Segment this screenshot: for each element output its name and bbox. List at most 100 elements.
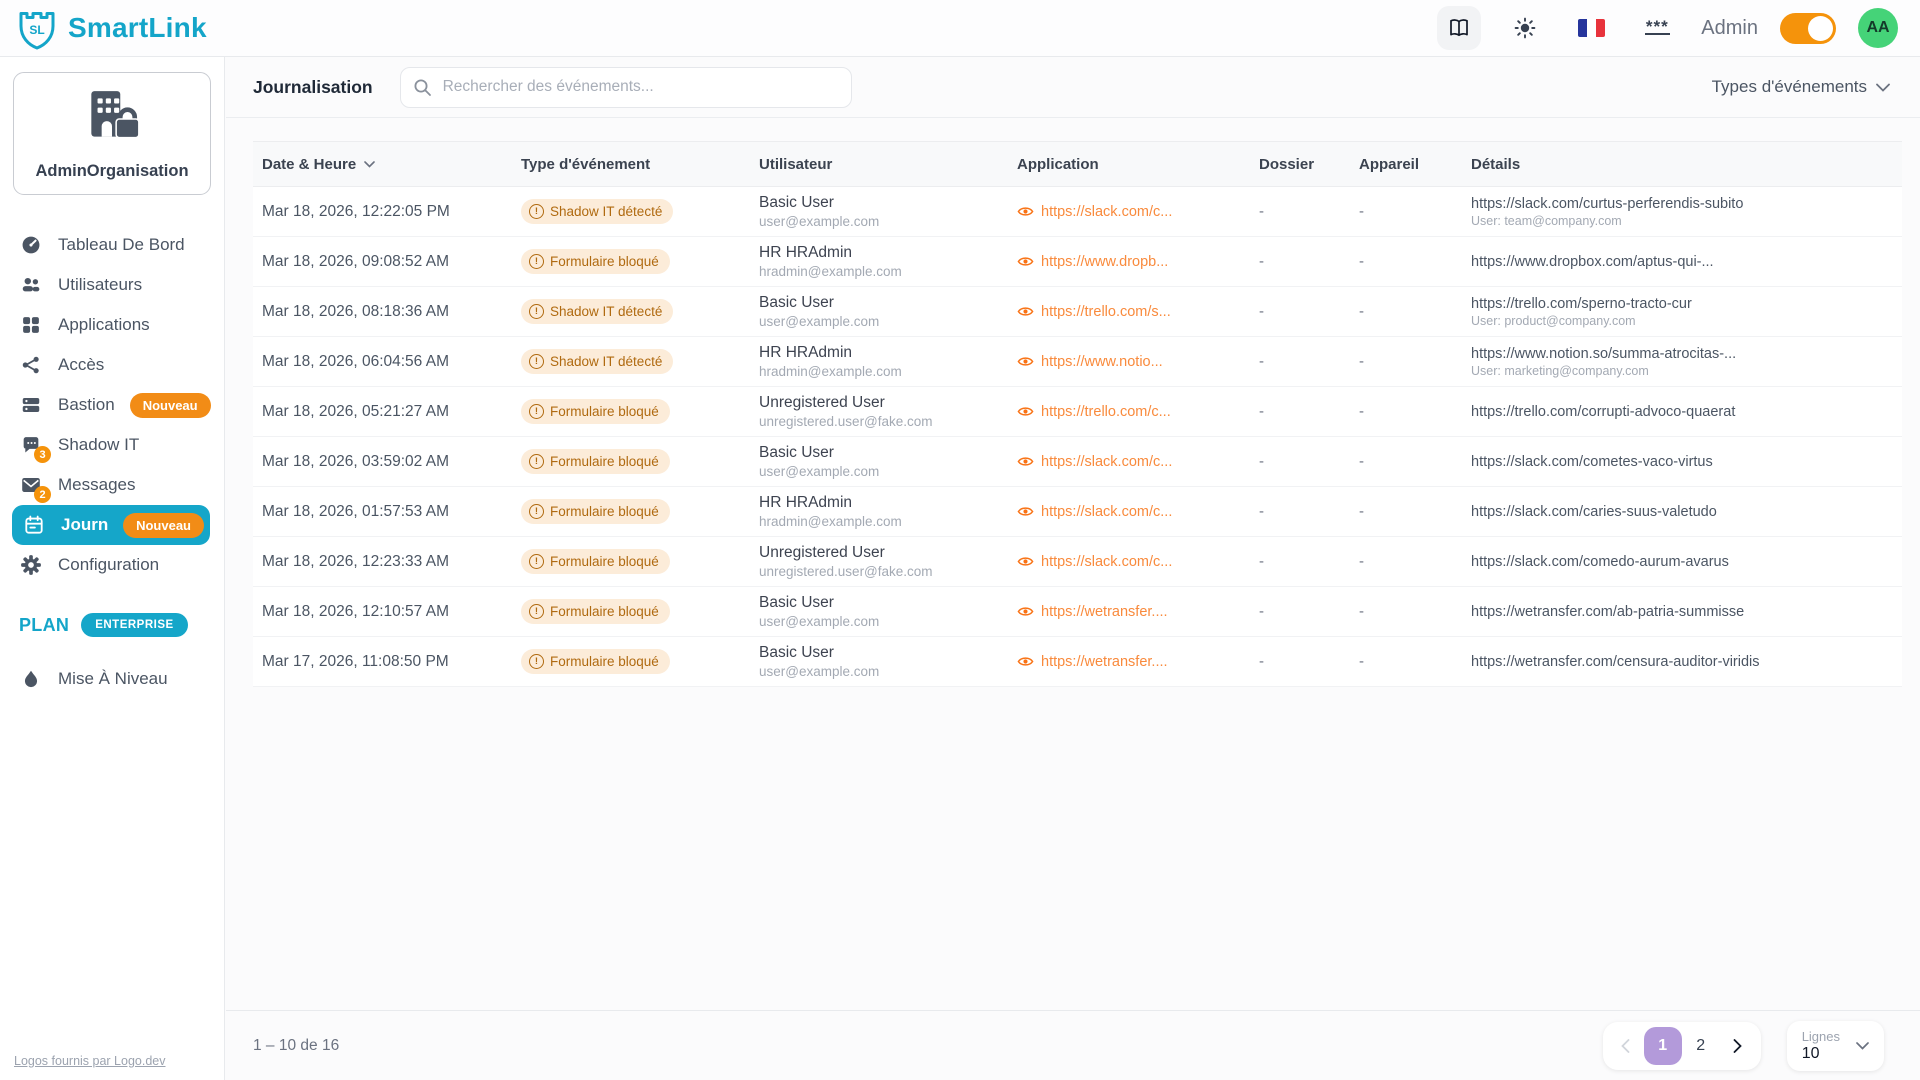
nouveau-badge: Nouveau [123, 513, 204, 538]
event-types-filter-label: Types d'événements [1712, 77, 1867, 97]
application-link[interactable]: https://wetransfer.... [1017, 653, 1247, 670]
column-header-type: Type d'événement [521, 156, 759, 173]
application-link[interactable]: https://www.notio... [1017, 353, 1247, 370]
sidebar-item-acces[interactable]: Accès [0, 345, 224, 385]
application-link[interactable]: https://slack.com/c... [1017, 503, 1247, 520]
event-dossier: - [1259, 203, 1359, 220]
event-appareil: - [1359, 503, 1471, 520]
event-date: Mar 17, 2026, 11:08:50 PM [253, 653, 521, 671]
sidebar-item-mise-a-niveau[interactable]: Mise À Niveau [0, 659, 224, 699]
event-user: HR HRAdmin hradmin@example.com [759, 344, 1017, 379]
eye-icon [1017, 453, 1034, 470]
event-dossier: - [1259, 403, 1359, 420]
sidebar-item-shadow-it[interactable]: 3 Shadow IT [0, 425, 224, 465]
table-footer: 1 – 10 de 16 1 2 Lignes 10 [226, 1010, 1920, 1080]
drop-icon [19, 667, 43, 691]
sidebar-item-label: Bastion [58, 395, 115, 415]
hidden-dots-icon[interactable]: *** [1635, 6, 1679, 50]
event-details: https://slack.com/cometes-vaco-virtus [1471, 454, 1902, 470]
eye-icon [1017, 303, 1034, 320]
sidebar-item-tableau-de-bord[interactable]: Tableau De Bord [0, 225, 224, 265]
eye-icon [1017, 503, 1034, 520]
event-appareil: - [1359, 203, 1471, 220]
plan-enterprise-badge: ENTERPRISE [81, 613, 188, 637]
application-link[interactable]: https://wetransfer.... [1017, 603, 1247, 620]
event-date: Mar 18, 2026, 01:57:53 AM [253, 503, 521, 521]
page-title: Journalisation [253, 77, 373, 98]
column-header-dossier: Dossier [1259, 156, 1359, 173]
logo-dev-credit-link[interactable]: Logos fournis par Logo.dev [14, 1054, 166, 1068]
sidebar-item-label: Accès [58, 355, 104, 375]
eye-icon [1017, 603, 1034, 620]
event-appareil: - [1359, 353, 1471, 370]
mail-icon: 2 [19, 473, 43, 497]
event-dossier: - [1259, 253, 1359, 270]
next-page-button[interactable] [1720, 1027, 1756, 1065]
sidebar-item-label: Tableau De Bord [58, 235, 185, 255]
page-button-1[interactable]: 1 [1644, 1027, 1682, 1065]
application-link[interactable]: https://trello.com/c... [1017, 403, 1247, 420]
column-header-details: Détails [1471, 156, 1902, 173]
table-row: Mar 18, 2026, 12:10:57 AM Formulaire blo… [253, 587, 1902, 637]
gear-icon [19, 553, 43, 577]
notification-count-badge: 2 [34, 486, 51, 503]
event-date: Mar 18, 2026, 03:59:02 AM [253, 453, 521, 471]
event-details: https://wetransfer.com/ab-patria-summiss… [1471, 604, 1902, 620]
rows-per-page-select[interactable]: Lignes 10 [1787, 1021, 1884, 1071]
application-link[interactable]: https://www.dropb... [1017, 253, 1247, 270]
sidebar-item-journalisation[interactable]: Journalisation Nouveau [12, 505, 210, 545]
organisation-card[interactable]: AdminOrganisation [13, 72, 211, 195]
application-link[interactable]: https://slack.com/c... [1017, 453, 1247, 470]
sidebar-item-bastion[interactable]: Bastion Nouveau [0, 385, 224, 425]
event-type-badge: Formulaire bloqué [521, 649, 670, 674]
admin-label: Admin [1701, 17, 1758, 40]
event-type-badge: Formulaire bloqué [521, 399, 670, 424]
application-link[interactable]: https://slack.com/c... [1017, 203, 1247, 220]
main-content: Journalisation Types d'événements Date &… [226, 0, 1920, 687]
smartlink-shield-icon: SL [14, 5, 60, 51]
brand-name: SmartLink [68, 12, 207, 44]
admin-mode-toggle[interactable] [1780, 13, 1836, 44]
docs-book-icon[interactable] [1437, 6, 1481, 50]
event-date: Mar 18, 2026, 08:18:36 AM [253, 303, 521, 321]
search-input[interactable] [400, 67, 852, 108]
sidebar-item-utilisateurs[interactable]: Utilisateurs [0, 265, 224, 305]
table-body: Mar 18, 2026, 12:22:05 PM Shadow IT déte… [253, 187, 1902, 687]
event-user: Basic User user@example.com [759, 294, 1017, 329]
prev-page-button[interactable] [1608, 1027, 1644, 1065]
application-link[interactable]: https://trello.com/s... [1017, 303, 1247, 320]
chevron-left-icon [1621, 1039, 1630, 1053]
theme-sun-icon[interactable] [1503, 6, 1547, 50]
eye-icon [1017, 653, 1034, 670]
plan-label: PLAN [19, 615, 69, 636]
event-type-badge: Formulaire bloqué [521, 549, 670, 574]
event-date: Mar 18, 2026, 09:08:52 AM [253, 253, 521, 271]
eye-icon [1017, 403, 1034, 420]
table-row: Mar 18, 2026, 03:59:02 AM Formulaire blo… [253, 437, 1902, 487]
nouveau-badge: Nouveau [130, 393, 211, 418]
sidebar-item-label: Messages [58, 475, 135, 495]
sidebar-item-applications[interactable]: Applications [0, 305, 224, 345]
notification-count-badge: 3 [34, 446, 51, 463]
event-type-badge: Formulaire bloqué [521, 249, 670, 274]
rows-per-page-label: Lignes [1802, 1029, 1840, 1044]
event-appareil: - [1359, 253, 1471, 270]
organisation-name: AdminOrganisation [20, 162, 204, 181]
event-types-filter[interactable]: Types d'événements [1712, 77, 1890, 97]
language-flag-fr-icon[interactable] [1569, 6, 1613, 50]
sidebar-item-configuration[interactable]: Configuration [0, 545, 224, 585]
calendar-icon [22, 513, 46, 537]
event-user: Basic User user@example.com [759, 644, 1017, 679]
sidebar: AdminOrganisation Tableau De Bord Utilis… [0, 57, 225, 1080]
application-link[interactable]: https://slack.com/c... [1017, 553, 1247, 570]
sort-chevron-icon [364, 161, 375, 168]
avatar[interactable]: AA [1858, 8, 1898, 48]
page-button-2[interactable]: 2 [1682, 1027, 1720, 1065]
brand-logo[interactable]: SL SmartLink [14, 5, 207, 51]
column-header-date[interactable]: Date & Heure [253, 156, 521, 173]
sidebar-item-messages[interactable]: 2 Messages [0, 465, 224, 505]
event-user: Basic User user@example.com [759, 594, 1017, 629]
sidebar-item-label: Applications [58, 315, 150, 335]
event-user: Basic User user@example.com [759, 194, 1017, 229]
rows-per-page-value: 10 [1802, 1045, 1840, 1063]
